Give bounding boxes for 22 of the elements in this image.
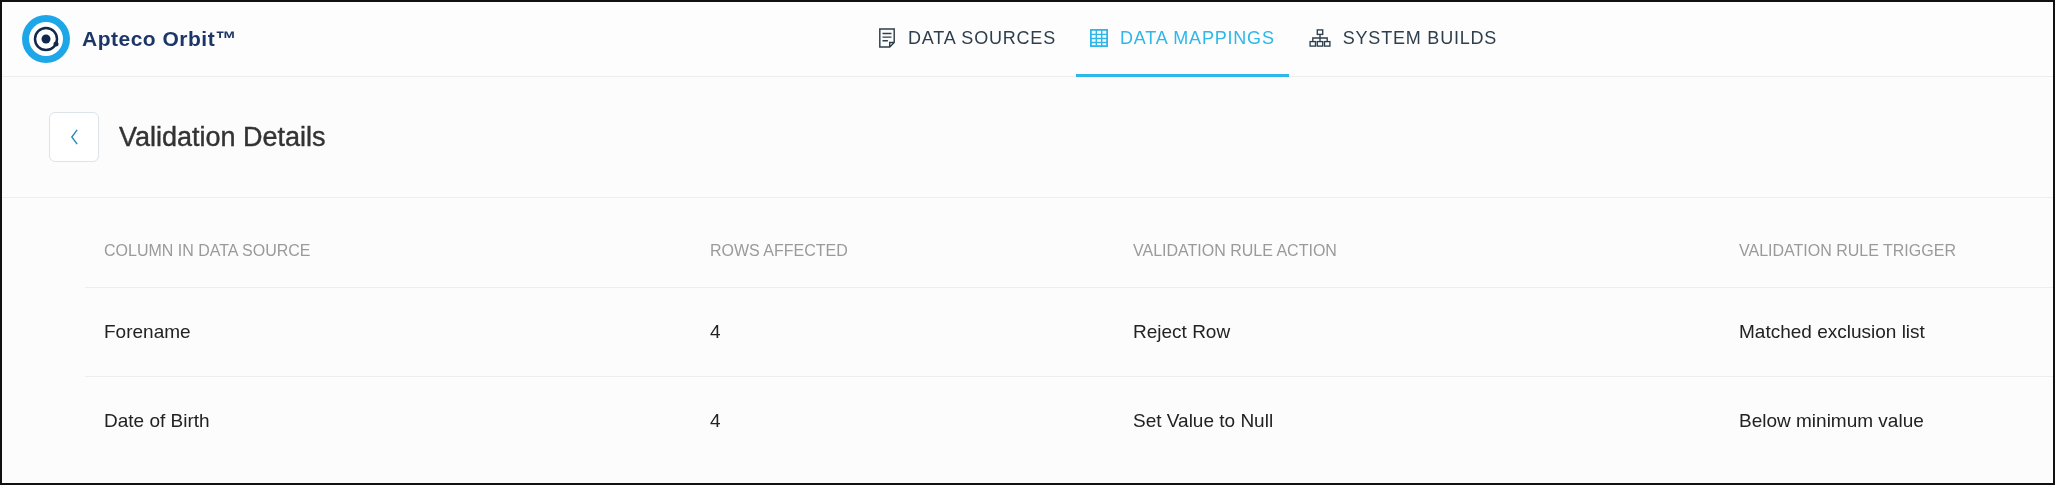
document-icon — [878, 28, 896, 48]
nav-tab[interactable]: DATA SOURCES — [864, 2, 1070, 77]
table-cell-text: Below minimum value — [1739, 410, 1925, 432]
chevron-left-icon — [69, 129, 79, 145]
table-cell-text: Matched exclusion list — [1739, 321, 1926, 343]
column-header: VALIDATION RULE ACTION — [1133, 242, 1338, 260]
logo-icon — [22, 15, 70, 63]
column-header: VALIDATION RULE TRIGGER — [1739, 242, 1957, 260]
table-cell-text: Forename — [104, 321, 192, 343]
back-button[interactable] — [49, 112, 99, 162]
brand-name: Apteco Orbit™ — [82, 27, 237, 51]
table-cell-text: Set Value to Null — [1133, 410, 1275, 432]
table-cell-text: Reject Row — [1133, 321, 1232, 343]
column-header: COLUMN IN DATA SOURCE — [104, 242, 312, 260]
nav-tab[interactable]: SYSTEM BUILDS — [1294, 2, 1512, 77]
hierarchy-icon — [1308, 29, 1331, 47]
column-header: ROWS AFFECTED — [710, 242, 849, 260]
table-icon — [1089, 29, 1108, 47]
table-cell-text: Date of Birth — [104, 410, 211, 432]
table-cell-text: 4 — [710, 321, 722, 343]
page-title: Validation Details — [119, 121, 326, 153]
table-cell-text: 4 — [710, 410, 722, 432]
